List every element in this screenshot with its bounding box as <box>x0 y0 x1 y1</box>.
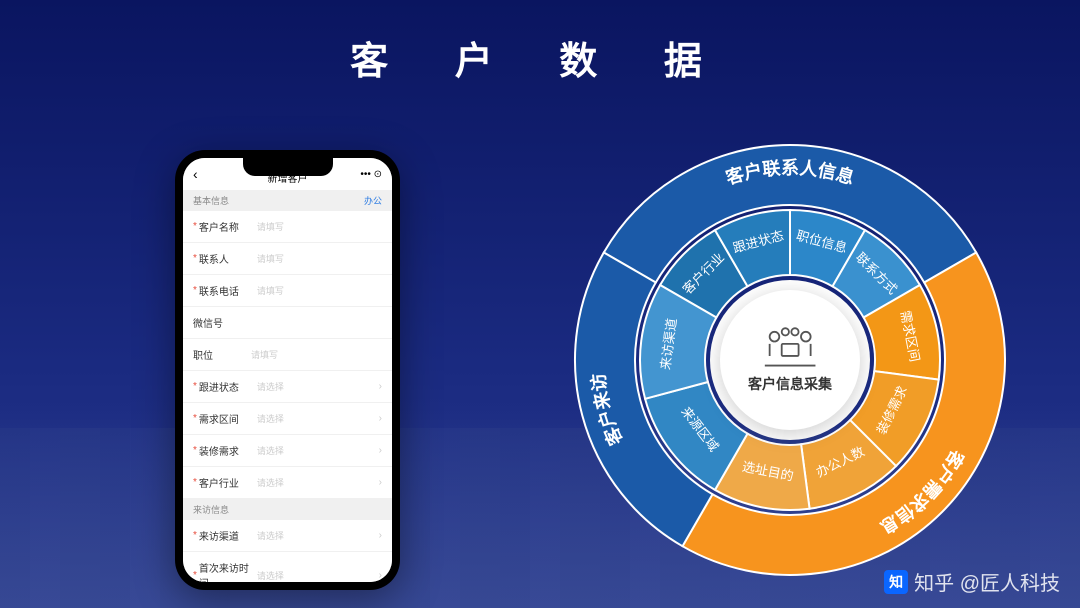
form-row[interactable]: 职位请填写 <box>183 339 392 371</box>
section-header: 来访信息 <box>183 499 392 520</box>
meeting-icon <box>760 327 820 368</box>
page-title: 客 户 数 据 <box>0 30 1080 85</box>
radial-center: 客户信息采集 <box>720 290 860 430</box>
radial-diagram: 客户联系人信息客户需求信息客户来访客户行业跟进状态职位信息联系方式需求区间装修需… <box>560 130 1020 590</box>
phone-screen: ‹ 新增客户 ••• ⊙ 基本信息办公*客户名称请填写*联系人请填写*联系电话请… <box>183 158 392 582</box>
phone-notch <box>243 158 333 176</box>
chevron-right-icon: › <box>379 570 382 581</box>
form-row[interactable]: *来访渠道请选择› <box>183 520 392 552</box>
form-row[interactable]: *客户名称请填写 <box>183 211 392 243</box>
chevron-right-icon: › <box>379 530 382 541</box>
form-row[interactable]: *装修需求请选择› <box>183 435 392 467</box>
watermark: 知 知乎 @匠人科技 <box>884 567 1060 596</box>
form-row[interactable]: *客户行业请选择› <box>183 467 392 499</box>
chevron-right-icon: › <box>379 445 382 456</box>
form-row[interactable]: *跟进状态请选择› <box>183 371 392 403</box>
zhihu-icon: 知 <box>884 570 908 594</box>
chevron-right-icon: › <box>379 477 382 488</box>
chevron-right-icon: › <box>379 413 382 424</box>
form-row[interactable]: *联系电话请填写 <box>183 275 392 307</box>
form-row[interactable]: 微信号 <box>183 307 392 339</box>
phone-menu-icon[interactable]: ••• ⊙ <box>360 169 382 180</box>
section-header: 基本信息办公 <box>183 190 392 211</box>
phone-mockup: ‹ 新增客户 ••• ⊙ 基本信息办公*客户名称请填写*联系人请填写*联系电话请… <box>175 150 400 590</box>
back-icon[interactable]: ‹ <box>193 166 198 182</box>
form-row[interactable]: *联系人请填写 <box>183 243 392 275</box>
phone-form-body: 基本信息办公*客户名称请填写*联系人请填写*联系电话请填写微信号职位请填写*跟进… <box>183 190 392 582</box>
radial-center-label: 客户信息采集 <box>748 374 832 394</box>
form-row[interactable]: *首次来访时间请选择› <box>183 552 392 582</box>
watermark-text: 知乎 @匠人科技 <box>914 567 1060 596</box>
form-row[interactable]: *需求区间请选择› <box>183 403 392 435</box>
chevron-right-icon: › <box>379 381 382 392</box>
